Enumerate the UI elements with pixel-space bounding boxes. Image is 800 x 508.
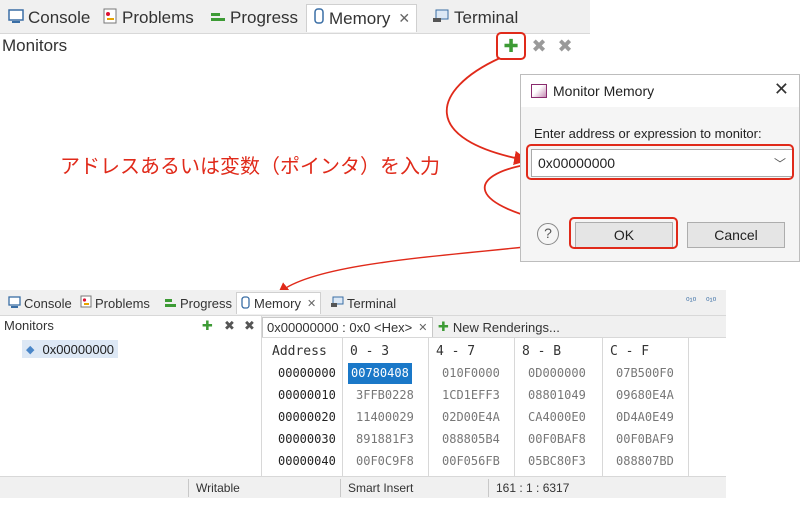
memory-cell[interactable]: 07B500F0: [616, 363, 674, 384]
memory-cell-selected[interactable]: 00780408: [348, 363, 412, 384]
rendering-label: 0x00000000 : 0x0 <Hex>: [267, 320, 413, 335]
add-rendering-icon: ✚: [438, 319, 449, 334]
monitor-item-label: 0x00000000: [42, 341, 115, 357]
help-icon[interactable]: ?: [537, 223, 559, 245]
tab-memory[interactable]: Memory ✕: [236, 292, 322, 314]
annotation-text: アドレスあるいは変数（ポインタ）を入力: [60, 154, 440, 178]
memory-cell[interactable]: 088807BD: [616, 451, 674, 472]
rendering-tabs: 0x00000000 : 0x0 <Hex> ✕ ✚ New Rendering…: [262, 316, 726, 338]
memory-cell[interactable]: 891881F3: [356, 429, 414, 450]
memory-cell[interactable]: 09680E4A: [616, 385, 674, 406]
memory-cell[interactable]: 02D00E4A: [442, 407, 500, 428]
new-renderings-label: New Renderings...: [452, 319, 560, 335]
status-divider: [188, 479, 189, 497]
status-divider: [340, 479, 341, 497]
bottom-tab-bar: Console Problems Progress Memory ✕ Termi…: [0, 290, 726, 316]
tab-label: Memory: [254, 296, 301, 311]
status-bar: Writable Smart Insert 161 : 1 : 6317: [0, 476, 726, 498]
memory-cell[interactable]: 010F0000: [442, 363, 500, 384]
address-label: Enter address or expression to monitor:: [534, 126, 762, 141]
remove-monitor-icon[interactable]: ✖: [224, 318, 235, 334]
row-address: 00000000: [278, 366, 336, 380]
column-divider: [514, 338, 515, 476]
header-address: Address: [272, 344, 327, 359]
memory-cell[interactable]: 00F0BAF9: [616, 429, 674, 450]
tab-hex-rendering[interactable]: 0x00000000 : 0x0 <Hex> ✕: [262, 317, 433, 337]
memory-cell[interactable]: 00F0C9F8: [356, 451, 414, 472]
memory-cell[interactable]: 05BC80F3: [528, 451, 586, 472]
cancel-button[interactable]: Cancel: [687, 222, 785, 248]
add-monitor-icon[interactable]: ✚: [202, 318, 213, 334]
problems-icon: [80, 295, 92, 311]
highlight-ok-button: [569, 217, 678, 249]
memory-cell[interactable]: 1CD1EFF3: [442, 385, 500, 406]
console-icon: [8, 295, 21, 311]
tab-new-renderings[interactable]: ✚ New Renderings...: [434, 317, 564, 337]
column-divider: [342, 338, 343, 476]
close-icon[interactable]: ✕: [307, 297, 316, 310]
memory-cell[interactable]: CA4000E0: [528, 407, 586, 428]
tab-label: Progress: [180, 295, 233, 311]
memory-table: Address 0 - 3 4 - 7 8 - B C - F 00000000…: [264, 338, 726, 476]
status-insert-mode: Smart Insert: [348, 481, 414, 495]
app-icon: [531, 84, 547, 98]
tab-label: Terminal: [347, 295, 397, 311]
header-col-0: 0 - 3: [350, 344, 390, 359]
row-address: 00000020: [278, 410, 336, 424]
tab-label: Console: [24, 295, 72, 311]
close-icon[interactable]: ✕: [418, 321, 427, 334]
close-icon[interactable]: ✕: [774, 79, 789, 100]
tab-progress[interactable]: Progress: [164, 292, 232, 314]
row-address: 00000030: [278, 432, 336, 446]
status-divider: [488, 479, 489, 497]
progress-icon: [164, 296, 177, 311]
memory-cell[interactable]: 00F056FB: [442, 451, 500, 472]
column-divider: [688, 338, 689, 476]
memory-cell[interactable]: 08801049: [528, 385, 586, 406]
row-address: 00000010: [278, 388, 336, 402]
column-divider: [602, 338, 603, 476]
view-toggle-icon[interactable]: ⁰¹⁰: [706, 296, 716, 307]
memory-cell[interactable]: 0D000000: [528, 363, 586, 384]
column-divider: [428, 338, 429, 476]
monitor-item-icon: ◆: [26, 343, 35, 356]
memory-cell[interactable]: 3FFB0228: [356, 385, 414, 406]
memory-cell[interactable]: 0D4A0E49: [616, 407, 674, 428]
row-address: 00000040: [278, 454, 336, 468]
memory-cell[interactable]: 088805B4: [442, 429, 500, 450]
header-col-8: 8 - B: [522, 344, 562, 359]
tab-problems[interactable]: Problems: [80, 292, 150, 314]
status-writable: Writable: [196, 481, 240, 495]
terminal-icon: [330, 296, 344, 311]
monitor-item[interactable]: ◆ 0x00000000: [22, 340, 119, 358]
header-col-4: 4 - 7: [436, 344, 476, 359]
dialog-title: Monitor Memory: [553, 83, 655, 99]
highlight-address-input: [526, 144, 794, 180]
memory-cell[interactable]: 11400029: [356, 407, 414, 428]
status-position: 161 : 1 : 6317: [496, 481, 570, 495]
memory-icon: [241, 295, 250, 312]
monitors-label: Monitors: [4, 318, 54, 333]
memory-cell[interactable]: 00F0BAF8: [528, 429, 586, 450]
header-col-c: C - F: [610, 344, 650, 359]
tab-label: Problems: [95, 295, 150, 311]
monitors-pane: Monitors ✚ ✖ ✖ ◆ 0x00000000: [0, 316, 262, 476]
view-menu-icon[interactable]: ⁰¹⁰: [686, 296, 696, 307]
tab-terminal[interactable]: Terminal: [330, 292, 396, 314]
dialog-titlebar: Monitor Memory ✕: [521, 75, 799, 107]
remove-all-monitors-icon[interactable]: ✖: [244, 318, 255, 334]
tab-console[interactable]: Console: [8, 292, 72, 314]
